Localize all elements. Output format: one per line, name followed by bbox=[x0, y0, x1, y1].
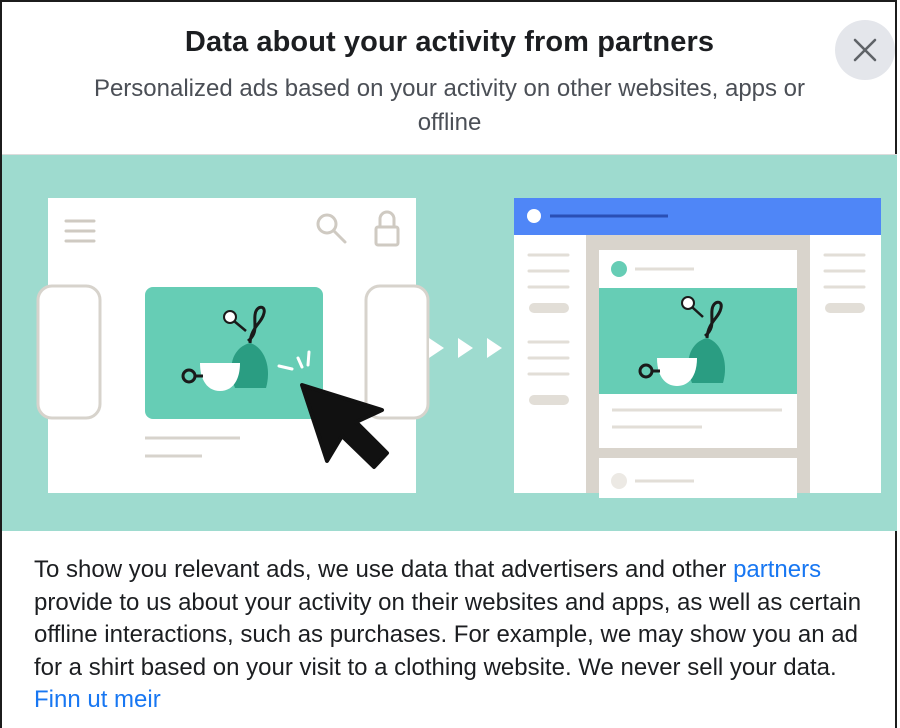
partner-activity-illustration bbox=[36, 198, 881, 498]
close-button[interactable] bbox=[835, 20, 895, 80]
dialog: Data about your activity from partners P… bbox=[0, 0, 897, 728]
news-feed-illustration bbox=[514, 198, 881, 498]
close-icon bbox=[853, 38, 877, 62]
illustration-banner bbox=[2, 155, 897, 531]
learn-more-link[interactable]: Finn ut meir bbox=[34, 686, 161, 713]
dialog-header: Data about your activity from partners P… bbox=[2, 2, 897, 155]
dialog-subtitle: Personalized ads based on your activity … bbox=[93, 75, 806, 136]
partner-website-illustration bbox=[36, 198, 430, 493]
arrow-icons bbox=[429, 338, 502, 358]
explanation-text: To show you relevant ads, we use data th… bbox=[34, 554, 871, 717]
partners-link[interactable]: partners bbox=[733, 556, 821, 583]
dialog-title: Data about your activity from partners bbox=[184, 26, 715, 58]
explanation-part-1: To show you relevant ads, we use data th… bbox=[34, 556, 734, 583]
explanation-part-2: provide to us about your activity on the… bbox=[34, 588, 862, 681]
